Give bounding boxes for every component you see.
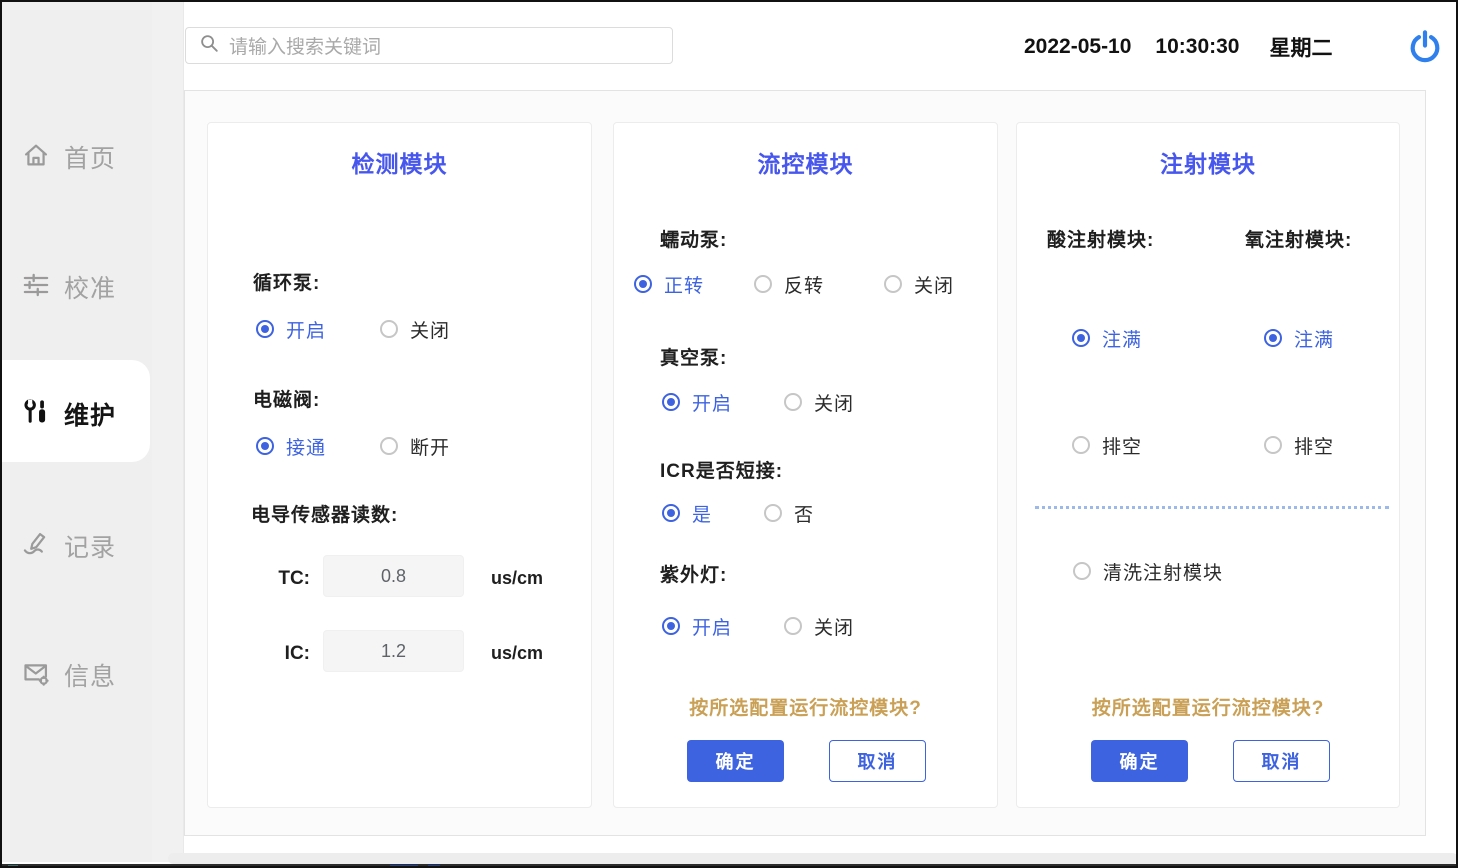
field-label-uv-lamp: 紫外灯: — [660, 560, 727, 587]
radio-icon[interactable] — [1072, 436, 1090, 454]
sidebar-item-label: 首页 — [64, 139, 116, 175]
search-placeholder: 请输入搜索关键词 — [229, 32, 381, 59]
sidebar-item-label: 记录 — [64, 528, 116, 564]
confirm-prompt: 按所选配置运行流控模块? — [614, 693, 997, 720]
field-label-vacuum-pump: 真空泵: — [660, 343, 727, 370]
panel-flow-control: 流控模块 蠕动泵: 正转 反转 关闭 真空泵: 开启 关闭 ICR是否短接: 是 — [613, 122, 998, 808]
panel-title: 检测模块 — [208, 145, 591, 179]
panel-detection: 检测模块 循环泵: 开启 关闭 电磁阀: 接通 断开 电导传感器读数: TC: … — [207, 122, 592, 808]
radio-icon[interactable] — [634, 275, 652, 293]
radio-icon[interactable] — [380, 437, 398, 455]
acid-injection-header: 酸注射模块: — [1047, 225, 1154, 252]
sidebar-item-calibration[interactable]: 校准 — [2, 265, 152, 309]
sidebar-item-label: 信息 — [64, 657, 116, 693]
radio-icon[interactable] — [256, 320, 274, 338]
dotted-divider — [1035, 506, 1389, 509]
radio-vacuum-on[interactable]: 开启 — [662, 391, 732, 413]
sidebar-item-info[interactable]: 信息 — [2, 653, 152, 697]
panel-title: 流控模块 — [614, 145, 997, 179]
tc-unit: us/cm — [491, 568, 543, 589]
radio-icon[interactable] — [662, 617, 680, 635]
radio-icon[interactable] — [1264, 329, 1282, 347]
tc-label: TC: — [260, 568, 310, 590]
radio-icon[interactable] — [754, 275, 772, 293]
tc-value-field[interactable]: 0.8 — [323, 555, 464, 597]
radio-icon[interactable] — [1264, 436, 1282, 454]
radio-icon[interactable] — [884, 275, 902, 293]
radio-acid-empty[interactable]: 排空 — [1072, 434, 1142, 456]
radio-clean-injection-module[interactable]: 清洗注射模块 — [1073, 560, 1223, 582]
radio-oxidizer-fill[interactable]: 注满 — [1264, 327, 1334, 349]
horizontal-scrollbar[interactable] — [168, 853, 1458, 864]
maintenance-screen: 首页 校准 维护 — [0, 0, 1458, 868]
radio-icr-no[interactable]: 否 — [764, 502, 814, 524]
power-button[interactable] — [1406, 28, 1444, 66]
radio-icon[interactable] — [1073, 562, 1091, 580]
home-icon — [22, 141, 50, 174]
radio-icon[interactable] — [1072, 329, 1090, 347]
radio-uv-on[interactable]: 开启 — [662, 615, 732, 637]
radio-peristaltic-forward[interactable]: 正转 — [634, 273, 704, 295]
radio-acid-fill[interactable]: 注满 — [1072, 327, 1142, 349]
flow-cancel-button[interactable]: 取消 — [829, 740, 926, 782]
sidebar-item-records[interactable]: 记录 — [2, 524, 152, 568]
date-text: 2022-05-10 — [1024, 35, 1131, 59]
radio-uv-off[interactable]: 关闭 — [784, 615, 854, 637]
injection-cancel-button[interactable]: 取消 — [1233, 740, 1330, 782]
radio-oxidizer-empty[interactable]: 排空 — [1264, 434, 1334, 456]
injection-confirm-button[interactable]: 确定 — [1091, 740, 1188, 782]
time-text: 10:30:30 — [1155, 35, 1239, 59]
panel-injection: 注射模块 酸注射模块: 氧注射模块: 注满 注满 排空 排空 清洗注射模块 按所… — [1016, 122, 1400, 808]
search-input[interactable]: 请输入搜索关键词 — [185, 27, 673, 64]
radio-icr-yes[interactable]: 是 — [662, 502, 712, 524]
confirm-prompt: 按所选配置运行流控模块? — [1017, 693, 1399, 720]
weekday-text: 星期二 — [1269, 32, 1332, 62]
tools-icon — [22, 398, 50, 431]
radio-icon[interactable] — [662, 393, 680, 411]
sliders-icon — [22, 271, 50, 304]
radio-vacuum-off[interactable]: 关闭 — [784, 391, 854, 413]
radio-icon[interactable] — [784, 617, 802, 635]
radio-solenoid-connect[interactable]: 接通 — [256, 435, 326, 457]
ic-label: IC: — [260, 643, 310, 665]
ic-value-field[interactable]: 1.2 — [323, 630, 464, 672]
sidebar-item-label: 校准 — [64, 269, 116, 305]
taskbar-strip — [2, 864, 1458, 868]
radio-peristaltic-reverse[interactable]: 反转 — [754, 273, 824, 295]
oxidizer-injection-header: 氧注射模块: — [1245, 225, 1352, 252]
field-label-peristaltic-pump: 蠕动泵: — [660, 225, 727, 252]
field-label-icr-short: ICR是否短接: — [660, 456, 783, 483]
field-label-solenoid-valve: 电磁阀: — [253, 385, 320, 412]
radio-icon[interactable] — [380, 320, 398, 338]
radio-icon[interactable] — [662, 504, 680, 522]
pen-icon — [22, 530, 50, 563]
search-icon — [198, 32, 220, 59]
ic-unit: us/cm — [491, 643, 543, 664]
radio-icon[interactable] — [784, 393, 802, 411]
sidebar-item-home[interactable]: 首页 — [2, 135, 152, 179]
field-label-circulation-pump: 循环泵: — [253, 268, 320, 295]
radio-icon[interactable] — [256, 437, 274, 455]
radio-icon[interactable] — [764, 504, 782, 522]
panel-title: 注射模块 — [1017, 145, 1399, 179]
sidebar-divider — [152, 2, 184, 862]
sensor-readings-label: 电导传感器读数: — [251, 500, 398, 527]
radio-solenoid-disconnect[interactable]: 断开 — [380, 435, 450, 457]
mail-gear-icon — [22, 659, 50, 692]
flow-confirm-button[interactable]: 确定 — [687, 740, 784, 782]
clock: 2022-05-10 10:30:30 星期二 — [1024, 32, 1364, 62]
sidebar-item-label: 维护 — [64, 396, 116, 432]
radio-peristaltic-off[interactable]: 关闭 — [884, 273, 954, 295]
radio-circulation-on[interactable]: 开启 — [256, 318, 326, 340]
radio-circulation-off[interactable]: 关闭 — [380, 318, 450, 340]
sidebar-item-maintenance[interactable]: 维护 — [2, 392, 152, 436]
